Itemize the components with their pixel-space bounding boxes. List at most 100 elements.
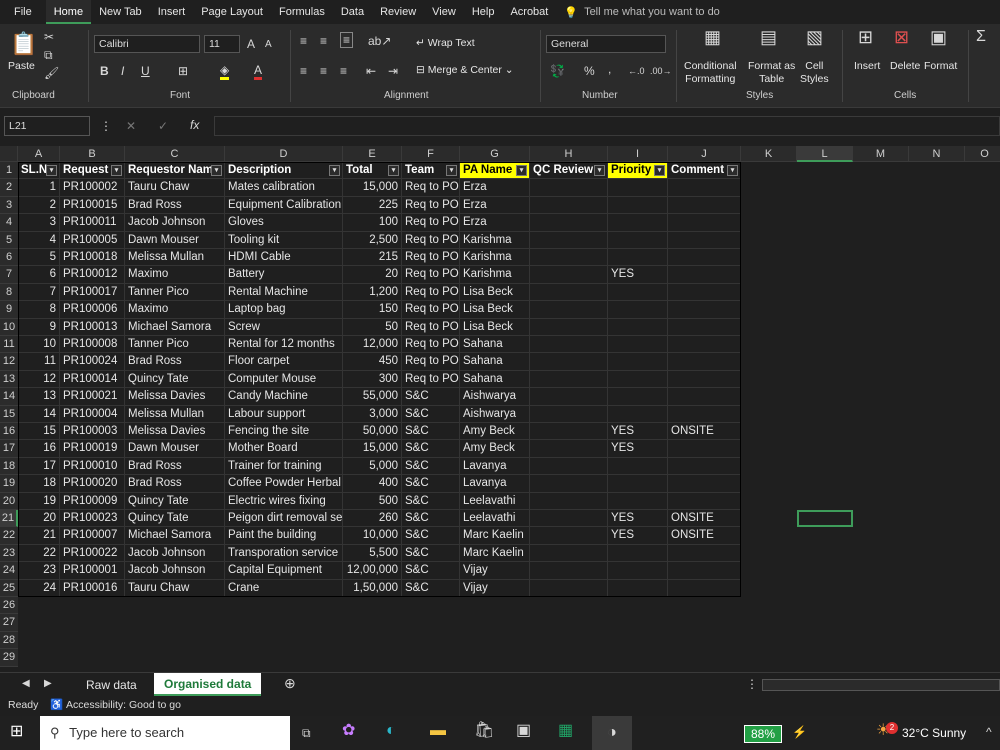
table-cell[interactable]: Melissa Mullan xyxy=(125,405,225,423)
table-cell[interactable]: Karishma xyxy=(460,249,530,267)
next-sheet-icon[interactable]: ▶ xyxy=(44,677,52,691)
table-cell[interactable]: Tooling kit xyxy=(225,231,343,249)
table-cell[interactable]: S&C xyxy=(402,423,460,441)
table-cell[interactable] xyxy=(668,457,741,476)
table-cell[interactable]: Jacob Johnson xyxy=(125,544,225,563)
table-cell[interactable]: S&C xyxy=(402,579,460,597)
table-cell[interactable]: Gloves xyxy=(225,214,343,232)
table-cell[interactable]: Marc Kaelin xyxy=(460,527,530,545)
table-cell[interactable]: Brad Ross xyxy=(125,196,225,215)
table-header-cell[interactable]: Priority ▾ xyxy=(608,162,668,180)
store-icon[interactable]: 🛍 xyxy=(474,723,494,739)
table-cell[interactable] xyxy=(608,544,668,563)
table-cell[interactable]: PR100013 xyxy=(60,318,125,336)
table-cell[interactable] xyxy=(668,179,741,197)
column-header-c[interactable]: C xyxy=(125,146,225,162)
format-cells-icon[interactable]: ▣ xyxy=(930,28,947,46)
app-active-icon[interactable]: ◑ xyxy=(592,716,632,750)
table-cell[interactable]: S&C xyxy=(402,562,460,580)
table-cell[interactable]: PR100007 xyxy=(60,527,125,545)
table-cell[interactable] xyxy=(530,249,608,267)
windows-start-icon[interactable]: ⊞ xyxy=(10,724,23,740)
table-cell[interactable]: Peigon dirt removal se xyxy=(225,510,343,528)
table-cell[interactable]: Vijay xyxy=(460,562,530,580)
column-header-b[interactable]: B xyxy=(60,146,125,162)
weather-text[interactable]: 32°C Sunny xyxy=(902,726,966,740)
table-cell[interactable]: 2,500 xyxy=(343,231,402,249)
table-cell[interactable] xyxy=(530,196,608,215)
table-cell[interactable] xyxy=(608,301,668,319)
table-cell[interactable]: 15,000 xyxy=(343,440,402,458)
enter-icon[interactable]: ✓ xyxy=(158,119,168,133)
paste-button[interactable]: Paste xyxy=(8,60,35,72)
format-cells-button[interactable]: Format xyxy=(924,60,957,72)
function-icon[interactable]: fx xyxy=(190,118,199,132)
row-header[interactable]: 11 xyxy=(0,336,18,354)
row-header[interactable]: 8 xyxy=(0,283,18,302)
cancel-icon[interactable]: ✕ xyxy=(126,119,136,133)
table-cell[interactable]: YES xyxy=(608,440,668,458)
format-as-table-button[interactable]: Format as Table xyxy=(748,60,795,86)
table-cell[interactable]: PR100009 xyxy=(60,492,125,510)
insert-cells-icon[interactable]: ⊞ xyxy=(858,28,873,46)
table-cell[interactable]: Michael Samora xyxy=(125,527,225,545)
table-cell[interactable]: 8 xyxy=(18,301,60,319)
table-cell[interactable]: S&C xyxy=(402,440,460,458)
indent-increase-icon[interactable]: ⇥ xyxy=(388,64,398,78)
table-cell[interactable]: Leelavathi xyxy=(460,510,530,528)
table-cell[interactable] xyxy=(608,475,668,493)
percent-button[interactable]: % xyxy=(584,64,595,78)
table-cell[interactable] xyxy=(608,388,668,406)
table-cell[interactable]: YES xyxy=(608,527,668,545)
align-left-icon[interactable]: ≡ xyxy=(300,64,307,78)
table-cell[interactable]: Candy Machine xyxy=(225,388,343,406)
table-cell[interactable] xyxy=(530,231,608,249)
table-cell[interactable] xyxy=(608,249,668,267)
format-as-table-icon[interactable]: ▤ xyxy=(760,28,777,46)
autosum-icon[interactable]: Σ xyxy=(976,29,986,45)
merge-center-button[interactable]: ⊟ Merge & Center ⌄ xyxy=(416,64,514,76)
copilot-icon[interactable]: ✿ xyxy=(342,723,355,739)
sheet-tab-organised-data[interactable]: Organised data xyxy=(154,673,262,696)
table-cell[interactable] xyxy=(530,579,608,597)
table-cell[interactable] xyxy=(668,231,741,249)
table-cell[interactable] xyxy=(668,266,741,284)
table-cell[interactable] xyxy=(668,405,741,423)
table-cell[interactable]: PR100020 xyxy=(60,475,125,493)
table-cell[interactable]: 3,000 xyxy=(343,405,402,423)
table-cell[interactable]: PR100010 xyxy=(60,457,125,476)
table-cell[interactable]: 4 xyxy=(18,231,60,249)
table-cell[interactable]: Brad Ross xyxy=(125,353,225,371)
table-cell[interactable]: Dawn Mouser xyxy=(125,440,225,458)
table-cell[interactable]: Fencing the site xyxy=(225,423,343,441)
table-cell[interactable] xyxy=(530,475,608,493)
table-cell[interactable]: S&C xyxy=(402,457,460,476)
table-cell[interactable]: ONSITE xyxy=(668,510,741,528)
table-cell[interactable]: YES xyxy=(608,266,668,284)
table-cell[interactable]: Jacob Johnson xyxy=(125,562,225,580)
table-header-cell[interactable]: Comment ▾ xyxy=(668,162,741,180)
table-cell[interactable]: PR100019 xyxy=(60,440,125,458)
shrink-font-icon[interactable]: A xyxy=(265,38,272,52)
table-cell[interactable] xyxy=(668,492,741,510)
table-cell[interactable]: 6 xyxy=(18,266,60,284)
table-cell[interactable]: Coffee Powder Herbal xyxy=(225,475,343,493)
menu-file[interactable]: File xyxy=(0,0,46,24)
table-cell[interactable]: PR100023 xyxy=(60,510,125,528)
table-cell[interactable]: PR100024 xyxy=(60,353,125,371)
table-cell[interactable]: Transporation service xyxy=(225,544,343,563)
table-cell[interactable]: Quincy Tate xyxy=(125,492,225,510)
table-cell[interactable] xyxy=(668,283,741,302)
row-header[interactable]: 20 xyxy=(0,492,18,510)
table-cell[interactable]: Brad Ross xyxy=(125,457,225,476)
underline-button[interactable]: U xyxy=(141,64,150,78)
table-cell[interactable]: Brad Ross xyxy=(125,475,225,493)
table-cell[interactable]: ONSITE xyxy=(668,423,741,441)
table-cell[interactable] xyxy=(608,196,668,215)
table-cell[interactable]: Erza xyxy=(460,214,530,232)
table-cell[interactable] xyxy=(530,440,608,458)
table-cell[interactable]: Floor carpet xyxy=(225,353,343,371)
table-cell[interactable]: Lisa Beck xyxy=(460,318,530,336)
table-cell[interactable]: Req to PO xyxy=(402,249,460,267)
table-cell[interactable] xyxy=(608,353,668,371)
